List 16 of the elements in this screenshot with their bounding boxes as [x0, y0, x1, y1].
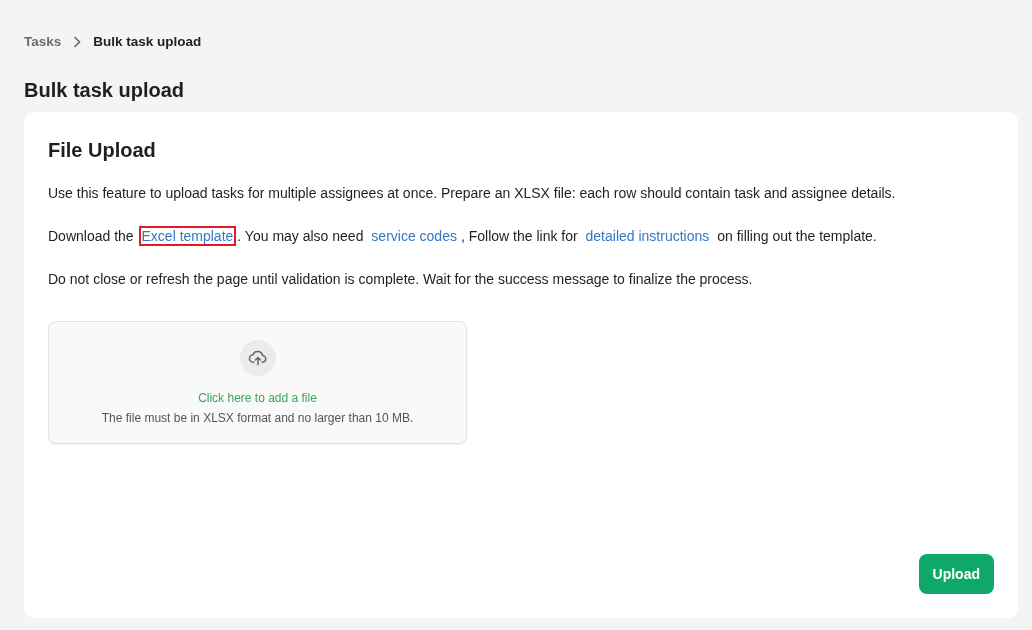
chevron-right-icon — [73, 35, 82, 48]
breadcrumb-link[interactable]: Tasks — [24, 34, 62, 49]
page-title: Bulk task upload — [24, 78, 186, 102]
add-file-link[interactable]: Click here to add a file — [198, 389, 317, 406]
instruction-text: Use this feature to upload tasks for multiple assignees at once. Prepare an XLSX file: each row should contain task and assignee details. — [48, 184, 897, 202]
instruction-text: Download the Excel template . You may also need service codes , Follow the link for detailed instructions on filling out the template. — [48, 227, 878, 245]
file-dropzone[interactable]: Click here to add a file The file must be in XLSX format and no larger than 10 MB. — [48, 321, 467, 444]
breadcrumb-current: Bulk task upload — [93, 34, 202, 49]
cloud-upload-icon — [239, 339, 276, 376]
text-link[interactable]: service codes — [368, 226, 460, 246]
instruction-text: Do not close or refresh the page until validation is complete. Wait for the success message to finalize the process. — [48, 270, 754, 288]
card-title: File Upload — [48, 138, 157, 162]
text-link[interactable]: Excel template — [138, 226, 237, 246]
text-link[interactable]: detailed instructions — [582, 226, 713, 246]
upload-button[interactable]: Upload — [918, 554, 994, 594]
file-requirements-text: The file must be in XLSX format and no larger than 10 MB. — [101, 409, 414, 426]
